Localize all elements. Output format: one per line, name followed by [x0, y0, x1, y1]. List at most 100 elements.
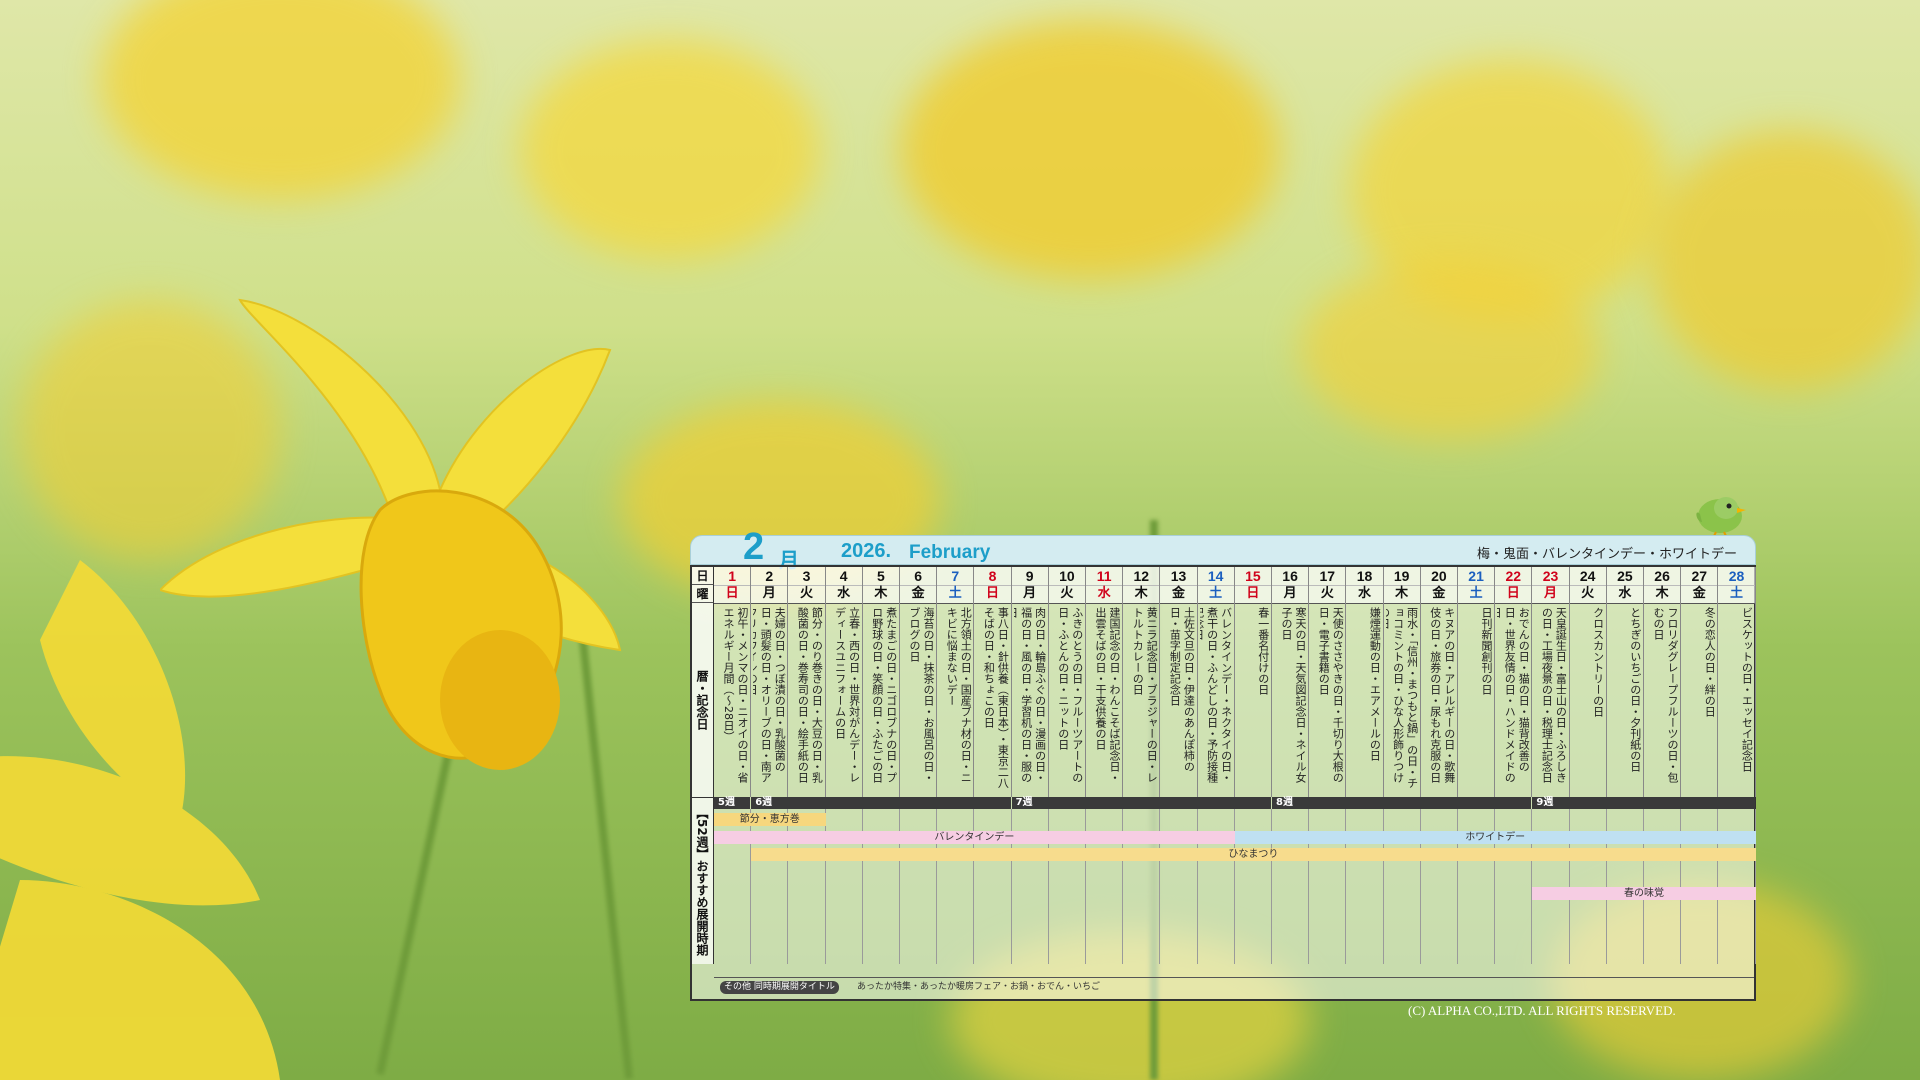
- day-column: 1 日初午・メンマの日・ニオイの日・省エネルギー月間（〜28日）: [714, 567, 752, 797]
- day-number: 25: [1606, 567, 1643, 586]
- period-band: 節分・恵方巻: [714, 813, 826, 826]
- day-number: 18: [1346, 567, 1383, 586]
- header-events: 梅・鬼面・バレンタインデー・ホワイトデー: [1476, 547, 1737, 562]
- day-of-week: 金: [1420, 585, 1457, 604]
- day-notes: クロスカントリーの日: [1591, 607, 1605, 717]
- day-notes: 夫婦の日・つぼ漬の日・乳酸菌の日・頭髪の日・オリーブの日・南アフリカワインの日: [753, 607, 787, 783]
- day-of-week: 月: [1272, 585, 1309, 604]
- day-of-week: 月: [1011, 585, 1048, 604]
- day-notes: 節分・のり巻きの日・大豆の日・乳酸菌の日・巻寿司の日・絵手紙の日: [796, 607, 824, 783]
- day-of-week: 木: [1644, 585, 1681, 604]
- day-of-week: 火: [1309, 585, 1346, 604]
- day-number: 10: [1048, 567, 1085, 586]
- row-label-dow: 曜: [692, 585, 714, 603]
- day-column: 21 土日刊新聞創刊の日: [1458, 567, 1496, 797]
- bird-mascot-icon: [1692, 488, 1748, 537]
- day-notes: 初午・メンマの日・ニオイの日・省エネルギー月間（〜28日）: [722, 607, 749, 783]
- copyright-notice: (C) ALPHA CO.,LTD. ALL RIGHTS RESERVED.: [1408, 1003, 1676, 1018]
- day-column: 4 水立春・西の日・世界対がんデー・レディースユニフォームの日: [825, 567, 863, 797]
- day-notes: 天使のささやきの日・千切り大根の日・電子書籍の日: [1317, 607, 1345, 783]
- day-notes: 日刊新聞創刊の日: [1480, 607, 1493, 695]
- day-column: 26 木フロリダグレープフルーツの日・包むの日: [1644, 567, 1682, 797]
- calendar-header: 2 月 2026. February 梅・鬼面・バレンタインデー・ホワイトデー: [690, 526, 1756, 572]
- day-notes: 嫌煙運動の日・エアメールの日: [1368, 607, 1382, 761]
- day-number: 3: [788, 567, 825, 586]
- row-label-day: 日: [692, 567, 714, 585]
- day-of-week: 水: [1606, 585, 1643, 604]
- day-of-week: 月: [1532, 585, 1569, 604]
- period-band: ホワイトデー: [1234, 831, 1756, 844]
- week-bar: 6週: [751, 797, 1011, 809]
- day-number: 24: [1569, 567, 1606, 586]
- day-notes: フロリダグレープフルーツの日・包むの日: [1652, 607, 1679, 783]
- day-notes: 建国記念の日・わんこそば記念日・出雲そばの日・干支供養の日: [1094, 607, 1121, 783]
- daffodil-flower-foreground: [0, 560, 280, 1080]
- other-titles-text: あったか特集・あったか暖房フェア・お鍋・おでん・いちご: [857, 982, 1101, 992]
- day-number: 14: [1197, 567, 1234, 586]
- day-notes: ふきのとうの日・フルーツアートの日・ふとんの日・ニットの日: [1056, 607, 1084, 783]
- day-column: 25 水とちぎのいちごの日・夕刊紙の日: [1606, 567, 1644, 797]
- day-number: 16: [1272, 567, 1309, 586]
- day-column: 2月夫婦の日・つぼ漬の日・乳酸菌の日・頭髪の日・オリーブの日・南アフリカワインの…: [751, 567, 789, 797]
- day-column: 6 金海苔の日・抹茶の日・お風呂の日・ブログの日: [900, 567, 938, 797]
- day-notes: 事八日・針供養（東日本）・東京二八そばの日・和ちょこの日: [982, 607, 1010, 789]
- day-notes: 立春・西の日・世界対がんデー・レディースユニフォームの日: [833, 607, 861, 783]
- day-of-week: 火: [1569, 585, 1606, 604]
- period-band: ひなまつり: [751, 848, 1756, 861]
- row-label-periods: 【52週】おすすめ展開時期: [692, 797, 714, 964]
- day-number: 6: [900, 567, 937, 586]
- period-band: バレンタインデー: [714, 831, 1235, 844]
- day-column: 10 火ふきのとうの日・フルーツアートの日・ふとんの日・ニットの日: [1048, 567, 1086, 797]
- day-number: 17: [1309, 567, 1346, 586]
- day-column: 23 月天皇誕生日・富士山の日・ふろしきの日・工場夜景の日・税理士記念日: [1532, 567, 1570, 797]
- day-notes: 冬の恋人の日・絆の日: [1703, 607, 1717, 717]
- day-number: 21: [1458, 567, 1495, 586]
- day-number: 22: [1495, 567, 1532, 586]
- week-bar: 5週: [714, 797, 751, 809]
- day-notes: キヌアの日・アレルギーの日・歌舞伎の日・旅券の日・尿もれ克服の日: [1428, 607, 1456, 783]
- day-column: 20 金キヌアの日・アレルギーの日・歌舞伎の日・旅券の日・尿もれ克服の日: [1420, 567, 1458, 797]
- day-of-week: 火: [1048, 585, 1085, 604]
- day-column: 3 火節分・のり巻きの日・大豆の日・乳酸菌の日・巻寿司の日・絵手紙の日: [788, 567, 826, 797]
- day-of-week: 木: [1383, 585, 1420, 604]
- day-of-week: 金: [900, 585, 937, 604]
- day-of-week: 水: [1346, 585, 1383, 604]
- day-number: 28: [1718, 567, 1755, 586]
- day-notes: 肉の日・輪島ふぐの日・漫画の日・福の日・風の日・学習机の日・服の日: [1014, 607, 1047, 783]
- day-column: 19木雨水・「信州・まつもと鍋」の日・チョコミントの日・ひな人形飾りつけの日: [1383, 567, 1421, 797]
- day-column: 27 金冬の恋人の日・絆の日: [1681, 567, 1719, 797]
- month-number: 2: [743, 526, 765, 568]
- day-of-week: 金: [1160, 585, 1197, 604]
- day-notes: 春一番名付けの日: [1256, 607, 1270, 695]
- month-english: February: [909, 542, 991, 563]
- day-number: 12: [1123, 567, 1160, 586]
- day-of-week: 日: [714, 585, 751, 604]
- day-notes: 北方領土の日・国産ブナ材の日・ニキビに悩まないデー: [945, 607, 973, 783]
- day-of-week: 土: [937, 585, 974, 604]
- day-notes: 寒天の日・天気図記念日・ネイル女子の日: [1280, 607, 1307, 783]
- day-column: 9月肉の日・輪島ふぐの日・漫画の日・福の日・風の日・学習机の日・服の日: [1011, 567, 1049, 797]
- day-number: 11: [1086, 567, 1123, 586]
- day-of-week: 土: [1458, 585, 1495, 604]
- day-number: 8: [974, 567, 1011, 586]
- other-titles-tag: その他 同時期展開タイトル: [720, 981, 839, 994]
- day-of-week: 土: [1197, 585, 1234, 604]
- week-bar: 8週: [1272, 797, 1532, 809]
- day-notes: 雨水・「信州・まつもと鍋」の日・チョコミントの日・ひな人形飾りつけの日: [1386, 607, 1419, 789]
- day-column: 13 金土佐文旦の日・伊達のあんぽ柿の日・苗字制定記念日: [1160, 567, 1198, 797]
- day-number: 5: [862, 567, 899, 586]
- day-number: 19: [1383, 567, 1420, 586]
- day-of-week: 日: [1234, 585, 1271, 604]
- day-number: 2: [751, 567, 788, 586]
- day-notes: 黄ニラ記念日・ブラジャーの日・レトルトカレーの日: [1131, 607, 1159, 783]
- calendar-grid: 日 曜 暦・記念日 【52週】おすすめ展開時期 1 日初午・メンマの日・ニオイの日…: [690, 565, 1756, 1001]
- day-of-week: 日: [974, 585, 1011, 604]
- day-column: 17 火天使のささやきの日・千切り大根の日・電子書籍の日: [1309, 567, 1347, 797]
- day-of-week: 火: [788, 585, 825, 604]
- day-of-week: 月: [751, 585, 788, 604]
- day-column: 11 水建国記念の日・わんこそば記念日・出雲そばの日・干支供養の日: [1086, 567, 1124, 797]
- day-column: 5 木煮たまごの日・ニゴロブナの日・プロ野球の日・笑顔の日・ふたごの日: [862, 567, 900, 797]
- day-column: 8 日事八日・針供養（東日本）・東京二八そばの日・和ちょこの日: [974, 567, 1012, 797]
- day-notes: ビスケットの日・エッセイ記念日: [1740, 607, 1754, 772]
- week-bar: 9週: [1532, 797, 1755, 809]
